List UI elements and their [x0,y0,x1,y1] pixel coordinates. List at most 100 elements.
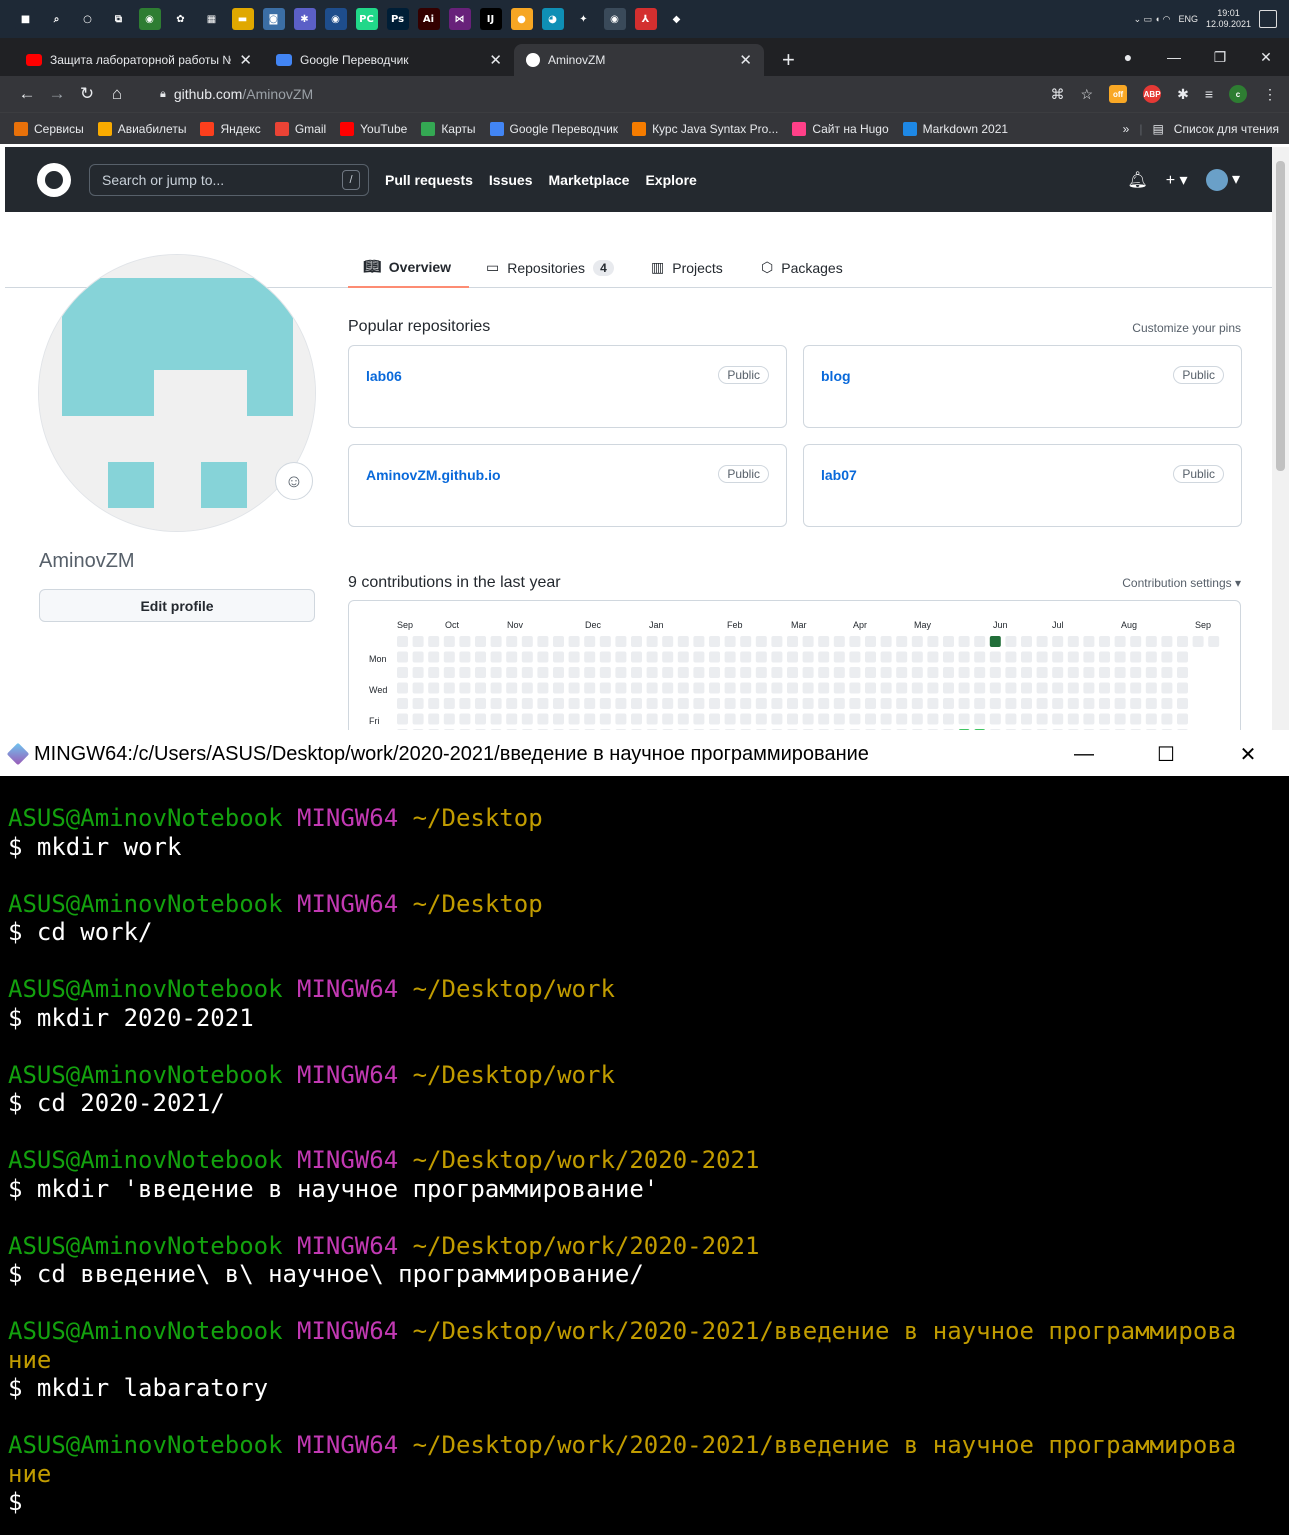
contribution-cell[interactable] [412,636,424,647]
contribution-cell[interactable] [490,667,502,678]
contribution-cell[interactable] [989,651,1001,663]
contribution-cell[interactable] [1083,682,1095,694]
contribution-cell[interactable] [802,713,814,725]
contribution-cell[interactable] [880,682,892,694]
contribution-cell[interactable] [880,651,892,663]
contribution-cell[interactable] [1161,698,1173,709]
bookmark-item[interactable]: Курс Java Syntax Pro... [632,121,778,136]
contribution-cell[interactable] [896,713,908,725]
contribution-cell[interactable] [787,651,798,663]
contribution-cell[interactable] [397,713,408,725]
contribution-cell[interactable] [1099,698,1110,709]
contribution-cell[interactable] [428,682,440,694]
contribution-cell[interactable] [521,636,533,647]
close-tab-icon[interactable]: ✕ [489,51,502,69]
forward-button[interactable]: → [42,84,72,104]
contribution-cell[interactable] [1005,682,1017,694]
contribution-cell[interactable] [537,713,549,725]
contribution-cell[interactable] [553,682,564,694]
contribution-cell[interactable] [1114,713,1126,725]
contribution-cell[interactable] [1130,682,1142,694]
contribution-cell[interactable] [662,636,674,647]
contribution-cell[interactable] [740,667,752,678]
contribution-cell[interactable] [568,667,580,678]
tray-arrows-icon[interactable]: ⌄ ▭ ◖ ◠ [1134,14,1171,25]
bookmark-star-icon[interactable]: ☆ [1081,86,1094,103]
contribution-cell[interactable] [740,698,752,709]
contribution-cell[interactable] [880,698,892,709]
contribution-cell[interactable] [1099,667,1110,678]
contribution-cell[interactable] [989,682,1001,694]
contribution-cell[interactable] [1114,698,1126,709]
contribution-cell[interactable] [428,651,440,663]
contribution-cell[interactable] [397,667,408,678]
contribution-cell[interactable] [818,667,830,678]
tab-overview[interactable]: 📖︎ Overview [348,247,469,288]
contribution-cell[interactable] [662,682,674,694]
contribution-cell[interactable] [1208,698,1220,709]
contribution-cell[interactable] [755,682,767,694]
contribution-cell[interactable] [958,729,970,730]
contribution-cell[interactable] [1177,682,1188,694]
contribution-cell[interactable] [677,651,689,663]
contribution-cell[interactable] [521,682,533,694]
contribution-cell[interactable] [537,682,549,694]
contribution-cell[interactable] [475,682,486,694]
contribution-cell[interactable] [1130,636,1142,647]
contribution-cell[interactable] [802,698,814,709]
contribution-cell[interactable] [1021,651,1032,663]
contribution-cell[interactable] [584,682,596,694]
contribution-cell[interactable] [771,636,783,647]
contribution-cell[interactable] [818,698,830,709]
contribution-cell[interactable] [490,698,502,709]
contribution-cell[interactable] [490,713,502,725]
page-scrollbar[interactable] [1272,147,1289,730]
contribution-cell[interactable] [958,713,970,725]
extensions-puzzle-icon[interactable]: ✱ [1177,86,1189,103]
acrobat-icon[interactable]: ⅄ [634,8,657,30]
contribution-cell[interactable] [1146,729,1157,730]
contribution-cell[interactable] [1005,713,1017,725]
translate-page-icon[interactable]: ⌘ [1051,86,1065,103]
contribution-cell[interactable] [1192,636,1204,647]
contribution-cell[interactable] [1099,729,1110,730]
contribution-cell[interactable] [537,698,549,709]
contribution-cell[interactable] [1130,713,1142,725]
repo-link[interactable]: blog [821,368,851,384]
minimize-button[interactable]: — [1151,49,1197,65]
bookmark-item[interactable]: Gmail [274,121,326,136]
contribution-cell[interactable] [599,636,611,647]
contribution-cell[interactable] [1114,682,1126,694]
contribution-cell[interactable] [428,698,440,709]
contribution-cell[interactable] [584,636,596,647]
contribution-cell[interactable] [833,651,845,663]
contribution-cell[interactable] [677,667,689,678]
contribution-cell[interactable] [943,651,954,663]
contribution-cell[interactable] [787,698,798,709]
contribution-cell[interactable] [1021,698,1032,709]
contribution-cell[interactable] [865,667,876,678]
contribution-cell[interactable] [927,636,939,647]
cortana-icon[interactable]: ○ [76,8,99,30]
contribution-cell[interactable] [693,636,705,647]
contribution-cell[interactable] [1021,713,1032,725]
nav-marketplace[interactable]: Marketplace [549,172,630,188]
contribution-cell[interactable] [1161,713,1173,725]
contribution-cell[interactable] [397,636,408,647]
profile-avatar[interactable] [38,254,316,532]
contribution-cell[interactable] [833,713,845,725]
contribution-cell[interactable] [1145,667,1157,678]
contribution-cell[interactable] [631,667,642,678]
contribution-cell[interactable] [646,682,658,694]
contribution-cell[interactable] [1036,667,1048,678]
contribution-cell[interactable] [646,667,658,678]
create-new-icon[interactable]: + ▾ [1166,170,1188,190]
contribution-cell[interactable] [1177,667,1188,678]
customize-pins-link[interactable]: Customize your pins [1132,321,1241,335]
contribution-cell[interactable] [771,682,783,694]
contribution-cell[interactable] [553,729,564,730]
contribution-cell[interactable] [896,729,907,730]
contribution-cell[interactable] [553,651,564,663]
contribution-cell[interactable] [1161,651,1173,663]
contribution-cell[interactable] [693,698,705,709]
